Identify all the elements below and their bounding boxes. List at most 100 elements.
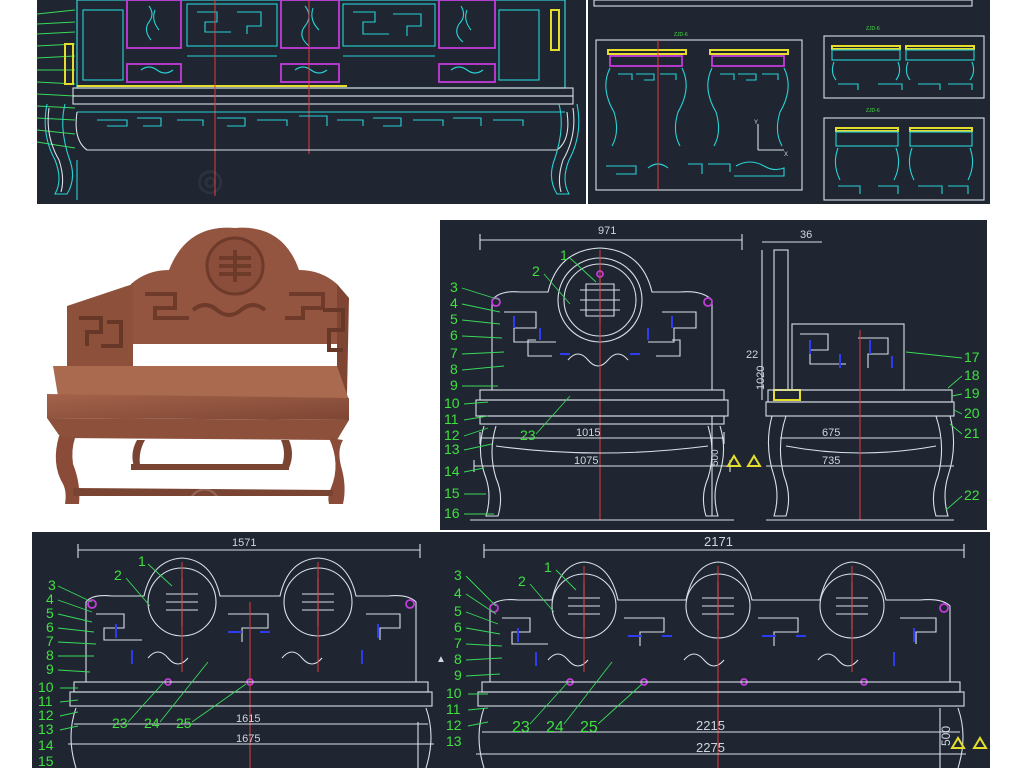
triple-seat-svg: 2171 2215 2275 500 1 2 3 4 5 6 7 8 9 10 … [446,534,988,768]
single-seat-svg: 971 1015 1075 500 1 2 3 4 5 6 7 8 9 10 1… [444,225,980,521]
dim-side-top: 36 [800,229,812,241]
dim-base-width: 1075 [574,455,598,467]
dcallout-23: 23 [112,715,128,731]
tcallout-11: 11 [446,701,461,717]
callout-17: 17 [964,349,980,365]
callout-23: 23 [520,427,536,443]
top-left-elevation-svg: ◎ [37,0,580,200]
tcallout-2: 2 [518,573,526,589]
callout-6: 6 [450,327,458,343]
tcallout-10: 10 [446,685,462,701]
dim-double-marker: ▲ [436,654,444,665]
single-left-callouts: 1 2 3 4 5 6 7 8 9 10 11 12 13 14 15 16 2… [444,247,597,521]
triple-seat-drawing: 2171 2215 2275 500 1 2 3 4 5 6 7 8 9 10 … [444,532,990,768]
chair-photo: ◎ [37,214,440,530]
dcallout-2: 2 [114,567,122,583]
dim-triple-seat-height: 500 [939,726,953,746]
callout-21: 21 [964,425,980,441]
legs [44,103,580,200]
callout-2: 2 [532,263,540,279]
dim-seat-width: 1015 [576,427,600,439]
dim-height: 1020 [755,366,767,390]
stool-drawing-bottom: ZJD-6 [823,108,985,201]
dim-side-base: 735 [822,455,840,467]
callout-4: 4 [450,295,458,311]
triple-left-callouts: 1 2 3 4 5 6 7 8 9 10 11 12 13 23 24 25 [446,559,643,749]
dim-triple-seat: 2215 [696,718,725,733]
double-left-callouts: 1 2 3 4 5 6 7 8 9 10 11 12 13 14 15 23 2… [38,553,247,768]
dcallout-1: 1 [138,553,146,569]
dim-double-seat: 1615 [236,713,260,725]
tcallout-5: 5 [454,603,462,619]
sub-label-2: ZJD-6 [866,26,880,32]
single-side-elevation: 36 22 1020 675 735 [746,229,955,521]
callout-7: 7 [450,345,458,361]
dcallout-24: 24 [144,715,160,731]
callout-3: 3 [450,279,458,295]
dcallout-9: 9 [46,661,54,677]
tcallout-13: 13 [446,733,462,749]
callout-14: 14 [444,463,460,479]
tcallout-23: 23 [512,719,530,736]
dcallout-25: 25 [176,715,192,731]
triple-backrest [489,561,951,768]
carved-figures [140,5,484,74]
dim-triple-overall: 2171 [704,534,733,549]
callout-22: 22 [964,487,980,503]
single-seat-frame: 1015 1075 500 [470,389,762,521]
sub-label-3: ZJD-6 [866,108,880,114]
callout-9: 9 [450,377,458,393]
watermark: ◎ [197,164,223,197]
tcallout-7: 7 [454,635,462,651]
axis-x-label: X [784,152,788,158]
tcallout-4: 4 [454,585,462,601]
tcallout-9: 9 [454,667,462,683]
top-left-elevation-drawing: ◎ [37,0,586,204]
dcallout-15: 15 [38,753,54,768]
dim-double-overall: 1571 [232,537,256,549]
tcallout-1: 1 [544,559,552,575]
tcallout-24: 24 [546,719,564,736]
callout-11: 11 [444,411,459,427]
tcallout-8: 8 [454,651,462,667]
left-leader-lines [37,9,76,149]
photo-watermark: ◎ [187,479,222,523]
dcallout-13: 13 [38,721,54,737]
seat-rail [72,0,574,196]
callout-18: 18 [964,367,980,383]
dim-overall-width: 971 [598,225,616,237]
double-seat-svg: 1571 1615 1675 ▲ 1 2 3 4 5 6 7 8 9 10 11… [38,537,444,768]
dim-side-seat: 675 [822,427,840,439]
dim-double-base: 1675 [236,733,260,745]
single-right-callouts: 17 18 19 20 21 22 [905,349,980,511]
callout-19: 19 [964,385,980,401]
callout-5: 5 [450,311,458,327]
double-seat-frame: 1615 1675 ▲ [68,654,444,768]
callout-10: 10 [444,395,460,411]
top-right-drawings: ZJD-6 Y X ZJD-6 ZJD-6 [588,0,990,204]
chair-backrest [131,227,337,344]
apron-fretwork [75,111,569,151]
single-backrest [491,247,713,520]
back-panel-frames [64,0,566,89]
callout-16: 16 [444,505,460,521]
callout-20: 20 [964,405,980,421]
tcallout-6: 6 [454,619,462,635]
double-seat-drawing: 1571 1615 1675 ▲ 1 2 3 4 5 6 7 8 9 10 11… [32,532,444,768]
axis-y-label: Y [754,120,758,126]
top-right-svg: ZJD-6 Y X ZJD-6 ZJD-6 [593,0,985,201]
dim-triple-base: 2275 [696,740,725,755]
tcallout-25: 25 [580,719,598,736]
single-seat-drawing: 971 1015 1075 500 1 2 3 4 5 6 7 8 9 10 1… [440,220,987,530]
dim-seat-height: 500 [710,449,721,466]
callout-15: 15 [444,485,460,501]
chair-seat [47,366,349,420]
dim-back-top: 22 [746,349,758,361]
stool-drawing-top: ZJD-6 [823,26,985,99]
tcallout-3: 3 [454,567,462,583]
callout-8: 8 [450,361,458,377]
side-table-drawing: ZJD-6 Y X [595,32,803,191]
sub-label-1: ZJD-6 [674,32,688,38]
tcallout-12: 12 [446,717,462,733]
callout-1: 1 [560,247,568,263]
